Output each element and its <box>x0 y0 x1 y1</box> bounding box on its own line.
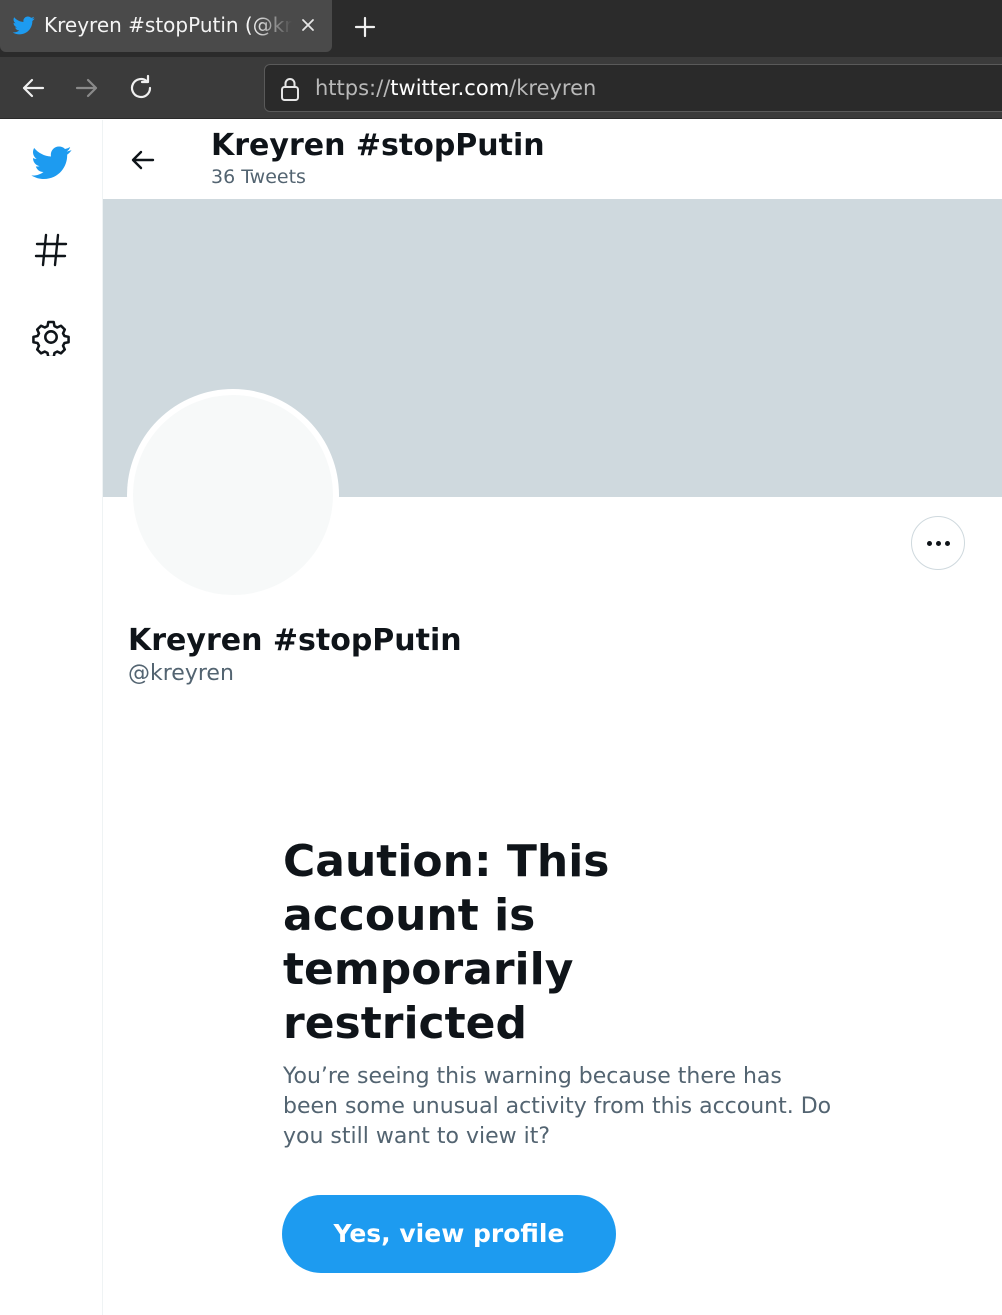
profile-column: Kreyren #stopPutin 36 Tweets Kreyren #st… <box>103 120 1002 1315</box>
forward-arrow-icon[interactable] <box>72 73 102 103</box>
profile-name: Kreyren #stopPutin <box>128 623 462 658</box>
twitter-favicon-icon <box>12 16 35 35</box>
new-tab-plus-icon[interactable] <box>350 12 380 42</box>
more-options-button[interactable] <box>911 516 965 570</box>
gear-icon[interactable] <box>32 318 70 356</box>
browser-nav-bar: https://twitter.com/kreyren <box>0 57 1002 119</box>
back-arrow-icon[interactable] <box>18 73 48 103</box>
profile-handle: @kreyren <box>128 661 234 686</box>
more-dot-icon <box>945 541 950 546</box>
close-icon[interactable] <box>298 14 318 36</box>
url-host: twitter.com <box>390 76 510 100</box>
caution-message: You’re seeing this warning because there… <box>283 1064 832 1149</box>
hashtag-icon[interactable] <box>33 232 69 268</box>
url-text: https://twitter.com/kreyren <box>315 76 596 100</box>
header-tweet-count: 36 Tweets <box>211 166 306 188</box>
reload-icon[interactable] <box>126 73 156 103</box>
more-dot-icon <box>936 541 941 546</box>
lock-icon <box>281 78 299 101</box>
tab-title: Kreyren #stopPutin (@kreyren) / Twitter <box>44 13 292 37</box>
url-path: /kreyren <box>509 76 597 100</box>
header-profile-name: Kreyren #stopPutin <box>211 128 545 163</box>
back-arrow-icon[interactable] <box>125 142 161 178</box>
browser-tab-strip: Kreyren #stopPutin (@kreyren) / Twitter <box>0 0 1002 57</box>
twitter-logo-icon[interactable] <box>30 142 74 182</box>
url-scheme: https:// <box>315 76 391 100</box>
more-dot-icon <box>927 541 932 546</box>
avatar[interactable] <box>127 389 339 601</box>
caution-title: Caution: This account is temporarily res… <box>283 836 610 1049</box>
view-profile-button[interactable]: Yes, view profile <box>282 1195 616 1273</box>
browser-tab[interactable]: Kreyren #stopPutin (@kreyren) / Twitter <box>0 0 332 52</box>
address-bar[interactable]: https://twitter.com/kreyren <box>264 64 1002 112</box>
sidebar <box>0 120 103 1315</box>
